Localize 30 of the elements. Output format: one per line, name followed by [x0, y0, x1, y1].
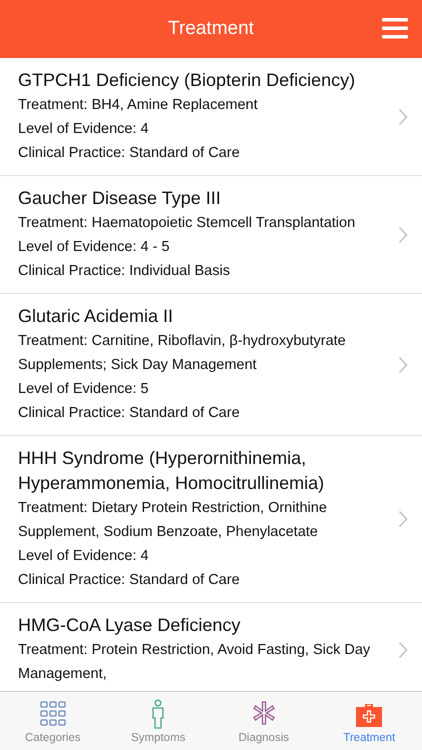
- item-title: HMG-CoA Lyase Deficiency: [18, 614, 242, 637]
- list-item[interactable]: Glutaric Acidemia II Treatment: Carnitine, Riboflavin, β-hydroxybutyrate Supplements; Sick Day Management Level of Evidence: 5 Clinical Practice: Standard of Care: [0, 294, 422, 436]
- menu-button[interactable]: [380, 16, 410, 40]
- item-title: HHH Syndrome (Hyperornithinemia, Hyperammonemia, Homocitrullinemia): [18, 447, 326, 495]
- item-detail: Clinical Practice: Standard of Care: [18, 571, 241, 590]
- item-detail: Level of Evidence: 4: [18, 120, 150, 139]
- item-title: Glutaric Acidemia II: [18, 305, 174, 328]
- item-title: GTPCH1 Deficiency (Biopterin Deficiency): [18, 69, 356, 92]
- list-item[interactable]: Gaucher Disease Type III Treatment: Haematopoietic Stemcell Transplantation Level of Evidence: 4 - 5 Clinical Practice: Individual Basis: [0, 176, 422, 294]
- item-detail: Level of Evidence: 4: [18, 547, 150, 566]
- item-detail: Treatment: Carnitine, Riboflavin, β-hydroxybutyrate Supplements; Sick Day Management: [18, 332, 347, 375]
- item-detail: Clinical Practice: Individual Basis: [18, 262, 231, 281]
- tab[interactable]: Treatment: [316, 692, 422, 750]
- chevron-icon: [398, 356, 408, 374]
- chevron-icon: [398, 510, 408, 528]
- item-detail: Clinical Practice: Standard of Care: [18, 144, 241, 163]
- grid-icon: [38, 698, 68, 728]
- item-detail: Clinical Practice: Standard of Care: [18, 404, 241, 423]
- item-detail: Treatment: Haematopoietic Stemcell Transplantation: [18, 214, 356, 233]
- item-title: Gaucher Disease Type III: [18, 187, 222, 210]
- screen-title: Treatment: [168, 18, 254, 40]
- list-item[interactable]: GTPCH1 Deficiency (Biopterin Deficiency) Treatment: BH4, Amine Replacement Level of Evidence: 4 Clinical Practice: Standard of Care: [0, 58, 422, 176]
- item-detail: Treatment: Dietary Protein Restriction, Ornithine Supplement, Sodium Benzoate, Phenylacetate: [18, 499, 328, 542]
- item-detail: Treatment: Protein Restriction, Avoid Fasting, Sick Day Management,: [18, 641, 372, 684]
- item-detail: Treatment: BH4, Amine Replacement: [18, 96, 259, 115]
- item-detail: Level of Evidence: 5: [18, 380, 150, 399]
- chevron-icon: [398, 226, 408, 244]
- chevron-icon: [398, 108, 408, 126]
- item-detail: Level of Evidence: 4 - 5: [18, 238, 171, 257]
- chevron-icon: [398, 640, 408, 658]
